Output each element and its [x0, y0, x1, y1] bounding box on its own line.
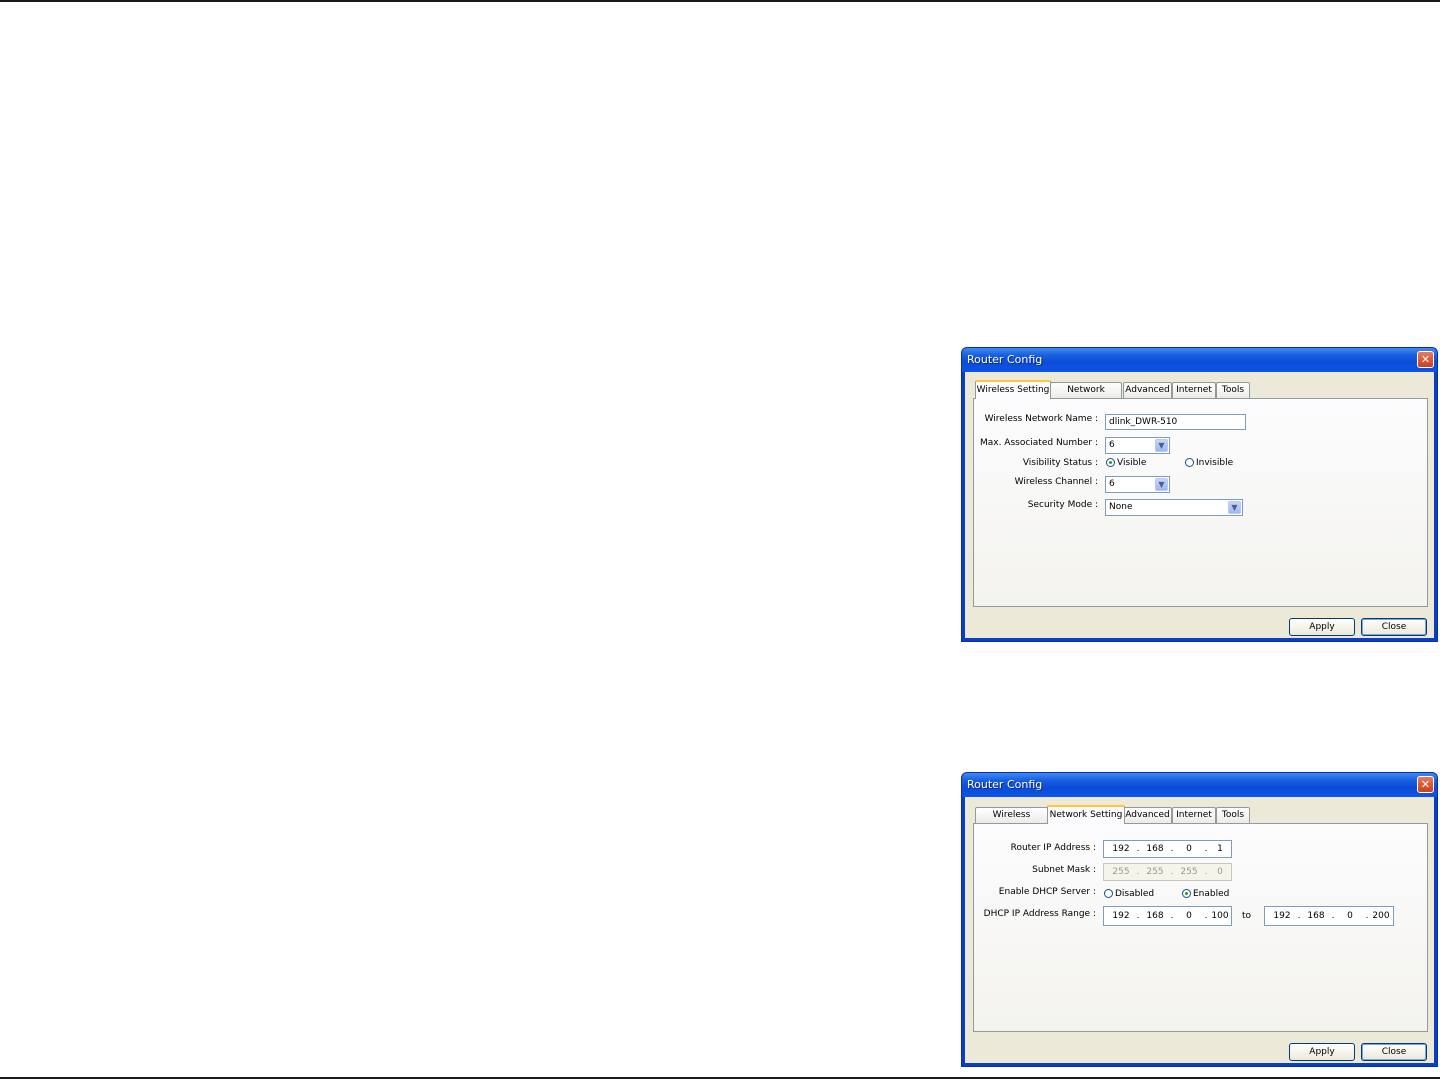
radio-enabled[interactable]: Enabled: [1182, 889, 1229, 899]
wireless-network-name-label: Wireless Network Name :: [984, 414, 1098, 424]
ip-octet[interactable]: 100: [1208, 907, 1232, 925]
subnet-mask-label: Subnet Mask :: [1032, 865, 1096, 875]
ip-octet[interactable]: 0: [1176, 841, 1202, 857]
ip-octet[interactable]: 168: [1142, 907, 1168, 925]
max-associated-number-select[interactable]: 6 ▼: [1105, 437, 1170, 454]
ip-octet[interactable]: 192: [1108, 907, 1134, 925]
security-mode-label: Security Mode :: [1027, 500, 1098, 510]
wireless-channel-select[interactable]: 6 ▼: [1105, 476, 1170, 493]
dialog-client-area: Wireless Setting Network Setting Advance…: [965, 797, 1434, 1063]
ip-octet: 255: [1180, 867, 1198, 877]
security-mode-select[interactable]: None ▼: [1105, 499, 1243, 516]
ip-dot: .: [1136, 867, 1140, 877]
chevron-down-icon[interactable]: ▼: [1228, 501, 1241, 514]
page-top-rule: [0, 0, 1440, 2]
radio-disabled[interactable]: Disabled: [1104, 889, 1154, 899]
max-associated-number-value: 6: [1109, 440, 1115, 450]
ip-dot: .: [1136, 911, 1140, 921]
ip-dot: .: [1170, 867, 1174, 877]
dialog-title: Router Config: [967, 778, 1043, 791]
range-to-label: to: [1242, 911, 1252, 921]
dialog-titlebar[interactable]: Router Config ✕: [962, 348, 1437, 372]
ip-dot: .: [1136, 844, 1140, 854]
ip-octet: 255: [1112, 867, 1130, 877]
radio-disabled-label: Disabled: [1115, 889, 1155, 899]
close-icon[interactable]: ✕: [1417, 351, 1434, 368]
ip-octet[interactable]: 192: [1108, 841, 1134, 857]
ip-dot: .: [1204, 867, 1208, 877]
radio-invisible[interactable]: Invisible: [1185, 458, 1233, 468]
dialog-titlebar[interactable]: Router Config ✕: [962, 773, 1437, 797]
enable-dhcp-server-label: Enable DHCP Server :: [998, 887, 1096, 897]
radio-selected-icon: [1106, 458, 1115, 467]
ip-octet[interactable]: 0: [1176, 907, 1202, 925]
dhcp-range-start-input[interactable]: 192 . 168 . 0 . 100: [1103, 906, 1232, 926]
subnet-mask-input: 255 . 255 . 255 . 0: [1103, 863, 1232, 881]
ip-octet[interactable]: 0: [1337, 907, 1363, 925]
dhcp-ip-address-range-label: DHCP IP Address Range :: [983, 909, 1096, 919]
close-button[interactable]: Close: [1361, 1043, 1427, 1061]
tab-wireless-setting[interactable]: Wireless Setting: [975, 807, 1048, 835]
max-associated-number-label: Max. Associated Number :: [979, 438, 1098, 448]
ip-octet[interactable]: 168: [1303, 907, 1329, 925]
tab-panel: Router IP Address : 192 . 168 . 0 . 1 Su…: [973, 823, 1428, 1032]
radio-unselected-icon: [1185, 458, 1194, 467]
chevron-down-icon[interactable]: ▼: [1155, 478, 1168, 491]
tab-tools[interactable]: Tools: [1216, 382, 1250, 398]
ip-dot: .: [1170, 844, 1174, 854]
wireless-channel-value: 6: [1109, 479, 1115, 489]
ip-dot: .: [1331, 911, 1335, 921]
wireless-network-name-input[interactable]: dlink_DWR-510: [1105, 414, 1246, 430]
ip-octet: 255: [1146, 867, 1164, 877]
radio-visible-label: Visible: [1117, 458, 1147, 468]
security-mode-value: None: [1109, 502, 1133, 512]
tab-wireless-setting[interactable]: Wireless Setting: [975, 380, 1051, 399]
close-button[interactable]: Close: [1361, 618, 1427, 636]
radio-selected-icon: [1182, 889, 1191, 898]
ip-octet[interactable]: 200: [1369, 907, 1393, 925]
tab-panel: Wireless Network Name : dlink_DWR-510 Ma…: [973, 398, 1428, 607]
router-config-dialog-wireless: Router Config ✕ Wireless Setting Network…: [961, 347, 1438, 642]
ip-octet[interactable]: 192: [1269, 907, 1295, 925]
tab-network-setting[interactable]: Network Setting: [1047, 805, 1125, 824]
close-icon[interactable]: ✕: [1417, 776, 1434, 793]
tab-tools[interactable]: Tools: [1216, 807, 1250, 823]
ip-octet: 0: [1217, 867, 1223, 877]
ip-dot: .: [1297, 911, 1301, 921]
wireless-channel-label: Wireless Channel :: [1014, 477, 1098, 487]
router-ip-address-input[interactable]: 192 . 168 . 0 . 1: [1103, 840, 1232, 858]
tab-internet[interactable]: Internet: [1172, 382, 1216, 398]
router-ip-address-label: Router IP Address :: [1010, 843, 1096, 853]
dialog-title: Router Config: [967, 353, 1043, 366]
tab-advanced[interactable]: Advanced: [1123, 382, 1172, 398]
radio-visible[interactable]: Visible: [1106, 458, 1146, 468]
tab-internet[interactable]: Internet: [1172, 807, 1216, 823]
ip-octet[interactable]: 168: [1142, 841, 1168, 857]
ip-dot: .: [1204, 844, 1208, 854]
radio-enabled-label: Enabled: [1193, 889, 1230, 899]
ip-dot: .: [1170, 911, 1174, 921]
tab-advanced[interactable]: Advanced: [1123, 807, 1172, 823]
page-bottom-rule: [0, 1077, 1440, 1079]
tab-network-setting[interactable]: Network Setting: [1050, 382, 1122, 410]
visibility-status-label: Visibility Status :: [1022, 458, 1098, 468]
apply-button[interactable]: Apply: [1289, 618, 1355, 636]
ip-octet[interactable]: 1: [1210, 841, 1230, 857]
dialog-client-area: Wireless Setting Network Setting Advance…: [965, 372, 1434, 638]
router-config-dialog-network: Router Config ✕ Wireless Setting Network…: [961, 772, 1438, 1067]
dhcp-range-end-input[interactable]: 192 . 168 . 0 . 200: [1264, 906, 1394, 926]
chevron-down-icon[interactable]: ▼: [1155, 439, 1168, 452]
radio-unselected-icon: [1104, 889, 1113, 898]
radio-invisible-label: Invisible: [1196, 458, 1234, 468]
apply-button[interactable]: Apply: [1289, 1043, 1355, 1061]
